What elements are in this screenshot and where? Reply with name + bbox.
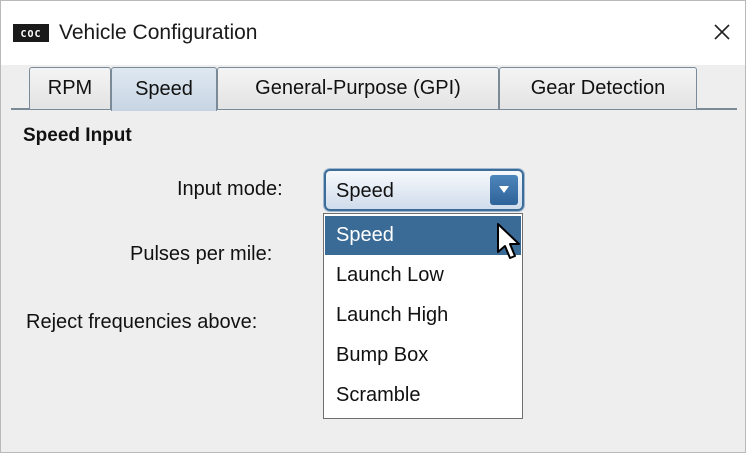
chevron-down-icon (499, 186, 509, 193)
title-bar: COC Vehicle Configuration (1, 1, 745, 65)
tab-label: Gear Detection (530, 77, 666, 99)
coc-logo-icon: COC (13, 24, 49, 42)
input-mode-dropdown-list: Speed Launch Low Launch High Bump Box Sc… (323, 213, 523, 419)
input-mode-label: Input mode: (177, 178, 283, 200)
tab-general-purpose[interactable]: General-Purpose (GPI) (217, 67, 499, 109)
app-icon: COC (13, 24, 49, 42)
window-title: Vehicle Configuration (59, 21, 258, 44)
option-scramble[interactable]: Scramble (325, 376, 521, 415)
tab-label: Speed (135, 78, 193, 100)
option-launch-high[interactable]: Launch High (325, 296, 521, 335)
vehicle-configuration-window: COC Vehicle Configuration RPM Speed Gene… (0, 0, 746, 453)
mouse-pointer-icon (497, 223, 520, 259)
close-button[interactable] (707, 17, 737, 47)
tab-speed[interactable]: Speed (111, 67, 217, 111)
pulses-per-mile-label: Pulses per mile: (130, 243, 273, 265)
tab-rpm[interactable]: RPM (29, 67, 111, 109)
app-icon-text: COC (20, 29, 41, 40)
tab-label: RPM (47, 77, 93, 99)
option-bump-box[interactable]: Bump Box (325, 336, 521, 375)
tab-gear-detection[interactable]: Gear Detection (499, 67, 697, 109)
input-mode-value: Speed (336, 180, 394, 202)
option-launch-low[interactable]: Launch Low (325, 256, 521, 295)
tab-label: General-Purpose (GPI) (255, 77, 461, 99)
input-mode-select[interactable]: Speed (324, 169, 524, 211)
dropdown-arrow-button[interactable] (490, 175, 518, 205)
option-speed[interactable]: Speed (325, 216, 521, 255)
section-title: Speed Input (23, 125, 132, 146)
close-icon (714, 24, 730, 40)
reject-frequencies-label: Reject frequencies above: (26, 311, 258, 333)
